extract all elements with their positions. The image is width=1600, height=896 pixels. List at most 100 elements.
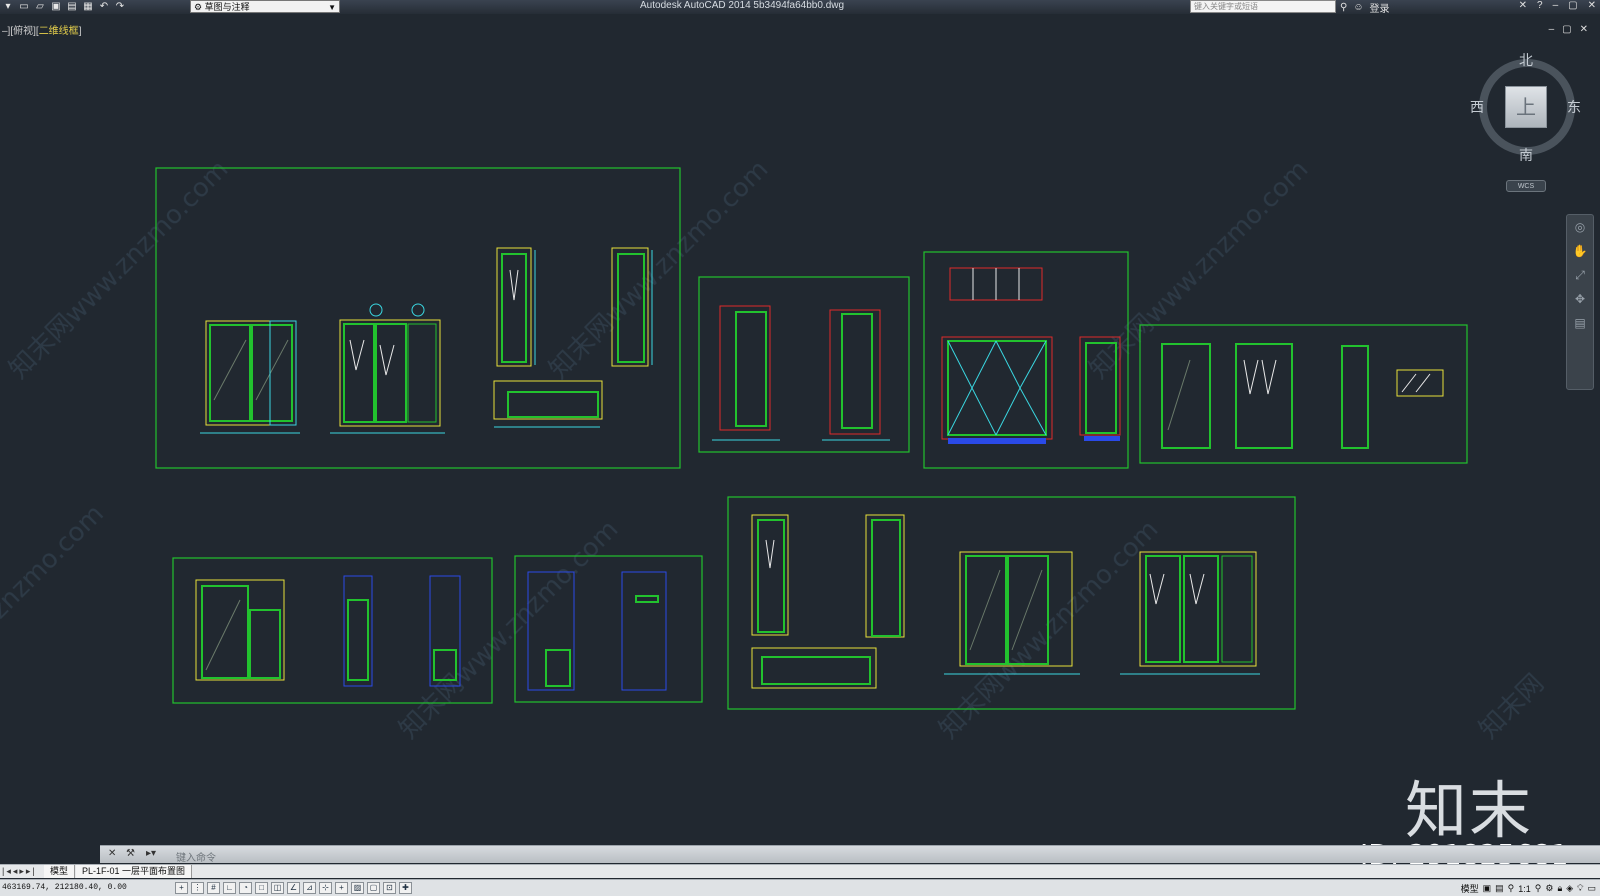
watermark-text: 知末网www.znzmo.com xyxy=(394,514,625,745)
drawing-area[interactable]: 知末网www.znzmo.com 知末网www.znzmo.com 知末网www… xyxy=(0,14,1600,844)
compass-east[interactable]: 东 xyxy=(1567,97,1581,117)
am-icon[interactable]: ✚ xyxy=(399,882,412,894)
sheet-frame xyxy=(698,276,910,453)
watermark-text: 知末网www.znzmo.com xyxy=(4,154,235,385)
workspace-select[interactable]: ⚙ 草图与注释 ▼ xyxy=(190,0,340,13)
viewport-view[interactable]: –][俯视][ xyxy=(2,26,39,37)
elevation-sheet-4 xyxy=(1161,343,1444,449)
binoculars-icon[interactable]: ⚲ xyxy=(1340,2,1347,13)
quick-access-toolbar: ▾ ▭ ▱ ▣ ▤ ▦ ↶ ↷ xyxy=(0,0,126,14)
annotation-scale-icon[interactable]: ⚲ xyxy=(1508,883,1515,894)
minimize-icon[interactable]: – xyxy=(1553,0,1559,12)
user-icon[interactable]: ☺ xyxy=(1353,2,1363,13)
exchange-icon[interactable]: ✕ xyxy=(1519,0,1527,12)
viewport-label-end: ] xyxy=(78,26,82,37)
compass-west[interactable]: 西 xyxy=(1470,97,1484,117)
redo-icon[interactable]: ↷ xyxy=(114,1,126,13)
section-wardrobe-a xyxy=(496,247,536,367)
3dosnap-icon[interactable]: ◫ xyxy=(271,882,284,894)
help-icon[interactable]: ? xyxy=(1537,0,1543,12)
close-icon[interactable]: ✕ xyxy=(1588,0,1596,12)
isolate-icon[interactable]: 💡︎ xyxy=(1577,883,1583,894)
drawing-window-controls: – ▢ ✕ xyxy=(1549,24,1588,35)
tab-model[interactable]: 模型 xyxy=(44,865,76,878)
compass-south[interactable]: 南 xyxy=(1519,145,1533,165)
command-history-icon[interactable]: ▸▾ xyxy=(146,848,156,859)
qp-icon[interactable]: ▢ xyxy=(367,882,380,894)
tab-layout-1[interactable]: PL-1F-01 一层平面布置图 xyxy=(76,865,193,878)
gear-icon: ⚙ xyxy=(194,2,203,12)
infer-constraints-icon[interactable]: + xyxy=(175,882,188,894)
lock-icon[interactable]: 🔒︎ xyxy=(1557,883,1562,894)
lwt-icon[interactable]: + xyxy=(335,882,348,894)
close-icon[interactable]: ✕ xyxy=(108,848,116,859)
titlebar-tools: ⚲ ☺ 登录 xyxy=(1340,0,1390,15)
snap-icon[interactable]: ⋮ xyxy=(191,882,204,894)
workspace-label: 草图与注释 xyxy=(204,2,250,12)
command-input[interactable]: 键入命令 xyxy=(176,849,216,864)
zoom-extents-icon[interactable]: ⤢ xyxy=(1567,263,1593,287)
dyn-icon[interactable]: ⊹ xyxy=(319,882,332,894)
elevation-sheet-7 xyxy=(751,514,1260,689)
hardware-accel-icon[interactable]: ◈ xyxy=(1566,883,1573,894)
section-sheet-2 xyxy=(712,305,890,441)
cursor-coordinates: 463169.74, 212180.40, 0.00 xyxy=(2,883,127,892)
orbit-icon[interactable]: ✥ xyxy=(1567,287,1593,311)
command-line[interactable]: ✕ ⚒ ▸▾ 键入命令 xyxy=(100,845,1600,864)
visual-style-label[interactable]: 二维线框 xyxy=(39,26,79,37)
polar-icon[interactable]: ◔ xyxy=(239,882,252,894)
steering-wheel-icon[interactable]: ◎ xyxy=(1567,215,1593,239)
watermark-text: 知末网www.znzmo.com xyxy=(934,514,1165,745)
drawing-quick-view-icon[interactable]: ▤ xyxy=(1495,883,1504,894)
login-button[interactable]: 登录 xyxy=(1370,0,1390,15)
workspace-switch-icon[interactable]: ⚙ xyxy=(1545,883,1553,894)
restore-icon[interactable]: ▢ xyxy=(1562,24,1571,35)
chevron-down-icon: ▼ xyxy=(328,3,336,12)
tpy-icon[interactable]: ▨ xyxy=(351,882,364,894)
elevation-wardrobe-open xyxy=(330,303,445,434)
watermark-logo: 知末 xyxy=(1405,774,1534,847)
sc-icon[interactable]: ⊡ xyxy=(383,882,396,894)
otrack-icon[interactable]: ∠ xyxy=(287,882,300,894)
watermark-text: 知末网www.znzmo.com xyxy=(544,154,775,385)
minimize-icon[interactable]: – xyxy=(1549,24,1555,35)
watermark-text: 知末网www.znzmo.com xyxy=(1084,154,1315,385)
print-icon[interactable]: ▦ xyxy=(82,1,94,13)
wrench-icon[interactable]: ⚒ xyxy=(126,848,135,859)
undo-icon[interactable]: ↶ xyxy=(98,1,110,13)
osnap-icon[interactable]: □ xyxy=(255,882,268,894)
drafting-toggles: + ⋮ # ∟ ◔ □ ◫ ∠ ⊿ ⊹ + ▨ ▢ ⊡ ✚ xyxy=(175,882,412,894)
ducs-icon[interactable]: ⊿ xyxy=(303,882,316,894)
save-icon[interactable]: ▣ xyxy=(50,1,62,13)
compass-north[interactable]: 北 xyxy=(1519,50,1533,70)
navigation-bar: ◎ ✋ ⤢ ✥ ▤ xyxy=(1566,214,1594,390)
tab-navigation-arrows[interactable]: |◂◂▸▸| xyxy=(2,866,37,877)
model-space-button[interactable]: 模型 xyxy=(1461,882,1479,895)
window-controls: ✕ ? – ▢ ✕ xyxy=(1519,0,1596,12)
close-icon[interactable]: ✕ xyxy=(1580,24,1588,35)
watermark-text: 知末网 xyxy=(1474,669,1550,745)
search-input[interactable]: 键入关键字或短语 xyxy=(1190,0,1336,13)
pan-icon[interactable]: ✋ xyxy=(1567,239,1593,263)
layout-tabs: |◂◂▸▸| 模型 PL-1F-01 一层平面布置图 xyxy=(0,864,1600,878)
saveas-icon[interactable]: ▤ xyxy=(66,1,78,13)
open-icon[interactable]: ▱ xyxy=(34,1,46,13)
viewcube-top-face[interactable]: 上 xyxy=(1505,86,1547,128)
annotation-scale[interactable]: 1:1 xyxy=(1518,884,1531,894)
layout-quick-view-icon[interactable]: ▣ xyxy=(1483,883,1492,894)
app-menu-icon[interactable]: ▾ xyxy=(2,1,14,13)
annotation-visibility-icon[interactable]: ⚲ xyxy=(1535,883,1542,894)
restore-icon[interactable]: ▢ xyxy=(1568,0,1577,12)
clean-screen-icon[interactable]: ▭ xyxy=(1587,883,1596,894)
elevation-sheet-5 xyxy=(195,575,461,687)
wcs-menu[interactable]: WCS xyxy=(1506,180,1546,192)
watermark-text: znzmo.com xyxy=(0,499,110,625)
ortho-icon[interactable]: ∟ xyxy=(223,882,236,894)
plan-wardrobe xyxy=(493,380,603,428)
showmotion-icon[interactable]: ▤ xyxy=(1567,311,1593,335)
new-icon[interactable]: ▭ xyxy=(18,1,30,13)
viewport-label[interactable]: –][俯视][二维线框] xyxy=(2,22,81,37)
grid-icon[interactable]: # xyxy=(207,882,220,894)
sheet-frame xyxy=(1139,324,1468,464)
app-title: Autodesk AutoCAD 2014 5b3494fa64bb0.dwg xyxy=(640,0,845,11)
